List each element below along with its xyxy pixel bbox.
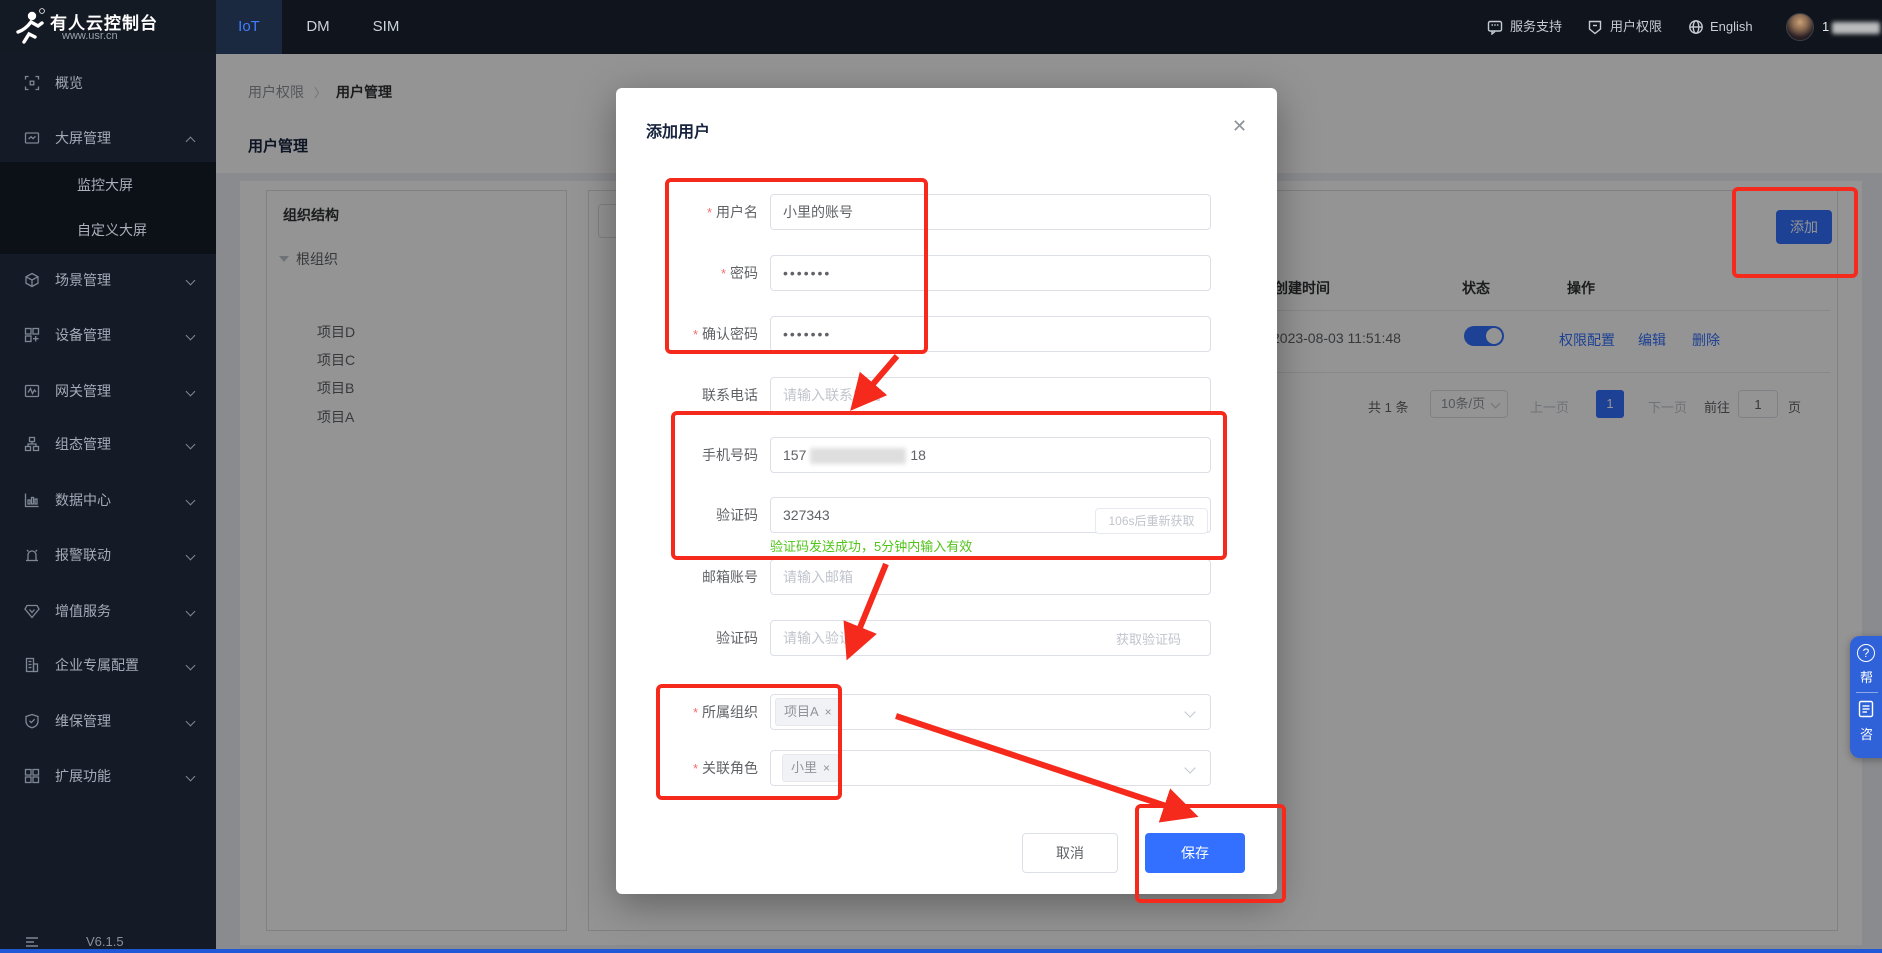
gateway-management-icon [24, 383, 40, 399]
collapse-sidebar-icon[interactable] [24, 934, 40, 950]
tab-iot[interactable]: IoT [216, 0, 282, 54]
chat-bubble-icon [1487, 19, 1503, 35]
widget-divider [1856, 692, 1878, 693]
usr-logo-icon [12, 8, 46, 46]
chevron-up-icon [186, 137, 196, 147]
maintenance-icon [24, 713, 40, 729]
enterprise-config-icon [24, 657, 40, 673]
screen-management-icon [24, 130, 40, 146]
username[interactable]: 1 [1822, 0, 1880, 54]
bottom-accent-bar [0, 949, 1882, 953]
form-row-organization: *所属组织 项目A× [616, 694, 1277, 730]
sidebar-item-alarm-linkage[interactable]: 报警联动 [0, 535, 216, 575]
remove-tag-icon[interactable]: × [823, 761, 830, 775]
sidebar-item-value-added-services[interactable]: 增值服务 [0, 591, 216, 631]
chevron-down-icon [186, 717, 196, 727]
sidebar-item-maintenance-management[interactable]: 维保管理 [0, 701, 216, 741]
mobile-censored [810, 448, 906, 464]
data-center-icon [24, 492, 40, 508]
form-row-role: *关联角色 小里× [616, 750, 1277, 786]
help-button[interactable]: 帮 [1860, 667, 1873, 686]
chevron-down-icon [186, 440, 196, 450]
chevron-down-icon [186, 387, 196, 397]
sidebar-item-gateway-management[interactable]: 网关管理 [0, 371, 216, 411]
sidebar-item-monitor-screen[interactable]: 监控大屏 [0, 165, 216, 205]
chevron-down-icon [186, 276, 196, 286]
form-row-email: 邮箱账号 [616, 559, 1277, 595]
support-link[interactable]: 服务支持 [1510, 0, 1562, 54]
device-management-icon [24, 327, 40, 343]
form-row-confirm-password: *确认密码 [616, 316, 1277, 352]
document-icon [1858, 700, 1874, 718]
dialog-title: 添加用户 [646, 118, 710, 142]
sidebar-item-extended-functions[interactable]: 扩展功能 [0, 756, 216, 796]
organization-tag: 项目A× [775, 698, 841, 726]
tab-dm[interactable]: DM [288, 0, 348, 54]
scene-management-icon [24, 272, 40, 288]
chevron-down-icon [186, 607, 196, 617]
sms-success-message: 验证码发送成功，5分钟内输入有效 [770, 536, 972, 555]
form-row-password: *密码 [616, 255, 1277, 291]
sidebar-item-custom-screen[interactable]: 自定义大屏 [0, 210, 216, 250]
email-input[interactable] [770, 559, 1211, 595]
role-tag: 小里× [782, 754, 839, 782]
sidebar-item-screen-management[interactable]: 大屏管理 [0, 118, 216, 158]
app-window: 用户权限〉用户管理 用户管理 组织结构 根组织 项目D 项目C 项目B 项目A … [0, 0, 1882, 953]
form-row-username: *用户名 [616, 194, 1277, 230]
form-row-contact-phone: 联系电话 [616, 377, 1277, 413]
brand-url: www.usr.cn [62, 30, 118, 42]
alarm-linkage-icon [24, 547, 40, 563]
sms-countdown-button: 106s后重新获取 [1095, 508, 1208, 534]
form-row-mobile-number: 手机号码 15718 [616, 437, 1277, 473]
username-censored [1832, 22, 1880, 34]
floating-help-widget[interactable]: ? 帮 咨 [1850, 636, 1882, 758]
chevron-down-icon [186, 496, 196, 506]
sidebar-nav: 概览 大屏管理 监控大屏 自定义大屏 场景管理 设备管理 网关管理 组态管理 [0, 54, 216, 953]
get-email-code-button[interactable]: 获取验证码 [1116, 629, 1181, 648]
username-input[interactable] [770, 194, 1211, 230]
sidebar-item-scene-management[interactable]: 场景管理 [0, 260, 216, 300]
brand-logo-block[interactable]: 有人云控制台 www.usr.cn [0, 0, 216, 54]
close-icon[interactable]: ✕ [1232, 116, 1247, 137]
chevron-down-icon [186, 331, 196, 341]
cancel-button[interactable]: 取消 [1022, 833, 1118, 873]
remove-tag-icon[interactable]: × [825, 705, 832, 719]
chevron-down-icon [186, 661, 196, 671]
chevron-down-icon [186, 551, 196, 561]
top-navbar: 有人云控制台 www.usr.cn IoT DM SIM 服务支持 用户权限 E… [0, 0, 1882, 54]
sidebar-item-device-management[interactable]: 设备管理 [0, 315, 216, 355]
shield-badge-icon [1587, 19, 1603, 35]
value-added-service-icon [24, 603, 40, 619]
sidebar-item-overview[interactable]: 概览 [0, 63, 216, 103]
add-user-dialog: 添加用户 ✕ *用户名 *密码 *确认密码 联系电话 手机号码 15718 验证… [616, 88, 1277, 894]
password-input[interactable] [770, 255, 1211, 291]
contact-phone-input[interactable] [770, 377, 1211, 413]
consult-button[interactable]: 咨 [1860, 724, 1873, 743]
sidebar-item-enterprise-config[interactable]: 企业专属配置 [0, 645, 216, 685]
language-switch[interactable]: English [1710, 0, 1753, 54]
extended-functions-icon [24, 768, 40, 784]
overview-icon [24, 75, 40, 91]
scada-management-icon [24, 436, 40, 452]
sidebar-item-scada-management[interactable]: 组态管理 [0, 424, 216, 464]
sidebar-item-data-center[interactable]: 数据中心 [0, 480, 216, 520]
chevron-down-icon [186, 772, 196, 782]
user-permission-link[interactable]: 用户权限 [1610, 0, 1662, 54]
confirm-password-input[interactable] [770, 316, 1211, 352]
save-button[interactable]: 保存 [1145, 833, 1245, 873]
user-avatar[interactable] [1786, 13, 1814, 41]
mobile-number-input[interactable]: 15718 [770, 437, 1211, 473]
sidebar-submenu: 监控大屏 自定义大屏 [0, 162, 216, 254]
globe-icon [1688, 19, 1704, 35]
question-circle-icon: ? [1857, 644, 1875, 662]
tab-sim[interactable]: SIM [354, 0, 418, 54]
